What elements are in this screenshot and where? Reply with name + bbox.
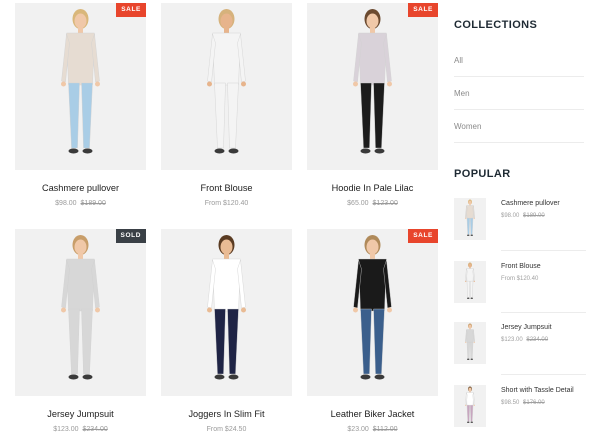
popular-heading: POPULAR (454, 168, 511, 180)
product-name[interactable]: Front Blouse (161, 183, 292, 193)
current-price: From $120.40 (204, 200, 249, 207)
old-price: $189.00 (523, 213, 545, 219)
popular-thumbnail[interactable] (454, 322, 486, 364)
sidebar: COLLECTIONS All Men Women POPULAR Cashme… (454, 0, 586, 440)
divider (501, 250, 586, 251)
model-photo (454, 261, 486, 303)
popular-item[interactable]: Jersey Jumpsuit $123.00 $234.00 (454, 322, 586, 372)
current-price: $65.00 (347, 200, 369, 207)
sale-badge: SALE (408, 229, 438, 243)
current-price: $98.00 (501, 213, 520, 219)
current-price: $123.00 (53, 426, 79, 433)
divider (454, 76, 584, 77)
popular-item[interactable]: Cashmere pullover $98.00 $189.00 (454, 198, 586, 248)
product-price: $98.00 $189.00 (15, 200, 146, 207)
sale-badge: SALE (408, 3, 438, 17)
divider (501, 312, 586, 313)
current-price: $123.00 (501, 337, 523, 343)
product-price: From $120.40 (161, 200, 292, 207)
old-price: $234.00 (82, 426, 108, 433)
collection-link-women[interactable]: Women (454, 122, 584, 131)
old-price: $234.00 (526, 337, 549, 343)
popular-item-name[interactable]: Cashmere pullover (501, 200, 591, 207)
model-photo (454, 385, 486, 427)
popular-item[interactable]: Short with Tassle Detail $98.50 $176.00 (454, 385, 586, 435)
model-photo (161, 229, 292, 396)
divider (501, 374, 586, 375)
current-price: From $120.40 (501, 276, 539, 282)
product-name[interactable]: Hoodie In Pale Lilac (307, 183, 438, 193)
model-photo (307, 3, 438, 170)
collection-link-men[interactable]: Men (454, 89, 584, 98)
popular-item-price: $98.00 $189.00 (501, 213, 545, 219)
product-name[interactable]: Joggers In Slim Fit (161, 409, 292, 419)
model-photo (454, 322, 486, 364)
model-photo (454, 198, 486, 240)
product-price: $65.00 $123.00 (307, 200, 438, 207)
product-image[interactable] (15, 3, 146, 170)
popular-item-name[interactable]: Jersey Jumpsuit (501, 324, 591, 331)
product-image[interactable] (307, 229, 438, 396)
popular-item-price: $98.50 $176.00 (501, 400, 545, 406)
divider (454, 142, 584, 143)
old-price: $112.00 (372, 426, 398, 433)
product-image[interactable] (307, 3, 438, 170)
current-price: $98.50 (501, 400, 520, 406)
popular-item-price: From $120.40 (501, 276, 538, 282)
popular-item-name[interactable]: Front Blouse (501, 263, 591, 270)
product-image[interactable] (161, 229, 292, 396)
product-image[interactable] (161, 3, 292, 170)
sale-badge: SALE (116, 3, 146, 17)
current-price: $98.00 (55, 200, 77, 207)
product-price: From $24.50 (161, 426, 292, 433)
divider (454, 109, 584, 110)
model-photo (161, 3, 292, 170)
model-photo (15, 3, 146, 170)
popular-thumbnail[interactable] (454, 261, 486, 303)
old-price: $176.00 (523, 400, 545, 406)
popular-thumbnail[interactable] (454, 198, 486, 240)
collections-heading: COLLECTIONS (454, 19, 538, 31)
product-name[interactable]: Cashmere pullover (15, 183, 146, 193)
old-price: $189.00 (80, 200, 106, 207)
current-price: $23.00 (347, 426, 369, 433)
product-image[interactable] (15, 229, 146, 396)
product-name[interactable]: Jersey Jumpsuit (15, 409, 146, 419)
product-name[interactable]: Leather Biker Jacket (307, 409, 438, 419)
sold-badge: SOLD (115, 229, 146, 243)
model-photo (15, 229, 146, 396)
popular-thumbnail[interactable] (454, 385, 486, 427)
popular-item-name[interactable]: Short with Tassle Detail (501, 387, 591, 394)
popular-item-price: $123.00 $234.00 (501, 337, 548, 343)
old-price: $123.00 (372, 200, 398, 207)
product-price: $123.00 $234.00 (15, 426, 146, 433)
collection-link-all[interactable]: All (454, 56, 584, 65)
model-photo (307, 229, 438, 396)
product-price: $23.00 $112.00 (307, 426, 438, 433)
current-price: From $24.50 (206, 426, 247, 433)
popular-item[interactable]: Front Blouse From $120.40 (454, 261, 586, 311)
